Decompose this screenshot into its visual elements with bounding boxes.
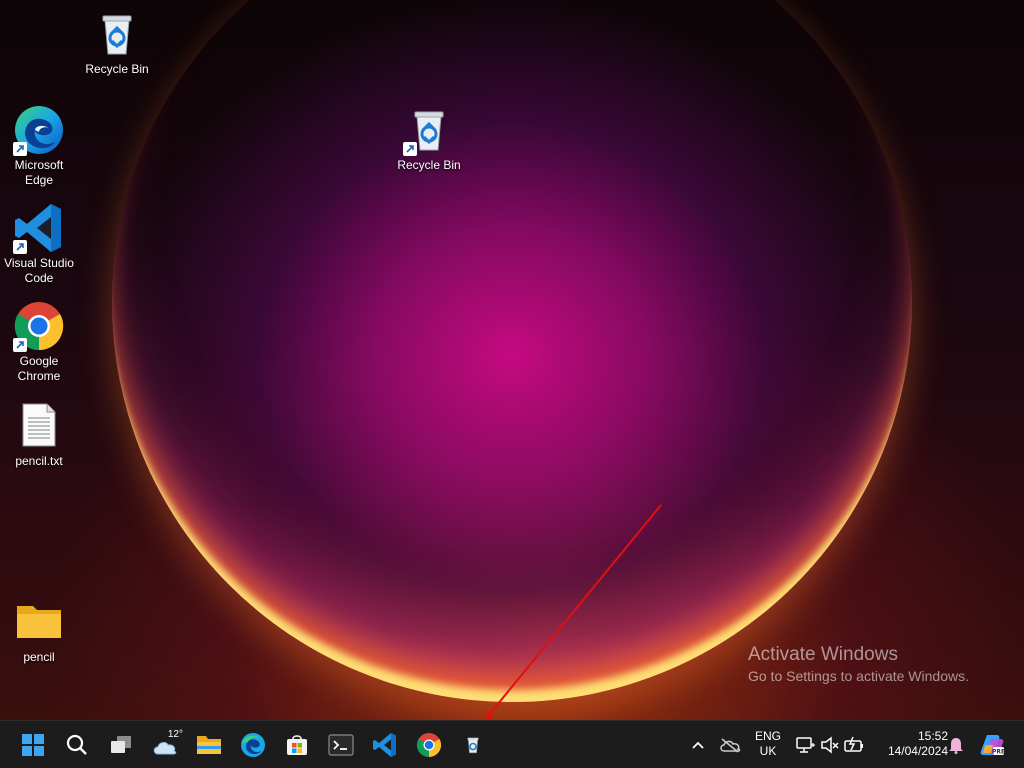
cloud-offline-icon — [720, 738, 741, 753]
terminal-button[interactable] — [321, 725, 361, 765]
taskbar: 12° ENG UK 15:52 14/04/2024 PRE — [0, 720, 1024, 768]
copilot-icon: PRE — [980, 735, 1005, 756]
bell-icon — [949, 738, 963, 754]
edge-icon — [241, 733, 265, 757]
svg-text:PRE: PRE — [992, 749, 1005, 756]
start-button[interactable] — [13, 725, 53, 765]
language-code: ENG — [754, 729, 781, 743]
microsoft-store-button[interactable] — [277, 725, 317, 765]
chrome-taskbar-button[interactable] — [409, 725, 449, 765]
edge-taskbar-button[interactable] — [233, 725, 273, 765]
chevron-up-icon — [692, 741, 704, 749]
weather-widget-button[interactable]: 12° — [145, 725, 185, 765]
microsoft-store-icon — [287, 735, 307, 755]
file-explorer-button[interactable] — [189, 725, 229, 765]
file-explorer-icon — [197, 736, 221, 754]
copilot-button[interactable]: PRE — [972, 725, 1012, 765]
battery-tray-button[interactable] — [834, 725, 874, 765]
weather-temperature: 12° — [167, 729, 183, 740]
search-icon — [66, 734, 87, 755]
recycle-bin-icon — [467, 737, 479, 754]
vscode-taskbar-button[interactable] — [365, 725, 405, 765]
onedrive-tray-button[interactable] — [710, 725, 750, 765]
start-icon — [22, 734, 44, 756]
recycle-bin-taskbar-button[interactable] — [453, 725, 493, 765]
search-button[interactable] — [57, 725, 97, 765]
battery-charging-icon — [844, 736, 863, 752]
chrome-icon — [416, 733, 442, 758]
vscode-icon — [373, 733, 396, 757]
task-view-icon — [111, 736, 131, 753]
task-view-button[interactable] — [101, 725, 141, 765]
terminal-icon — [328, 734, 354, 756]
keyboard-layout: UK — [759, 744, 777, 758]
language-indicator[interactable]: ENG UK — [750, 729, 786, 759]
annotation-arrow — [484, 504, 662, 722]
notifications-button[interactable] — [936, 725, 976, 765]
